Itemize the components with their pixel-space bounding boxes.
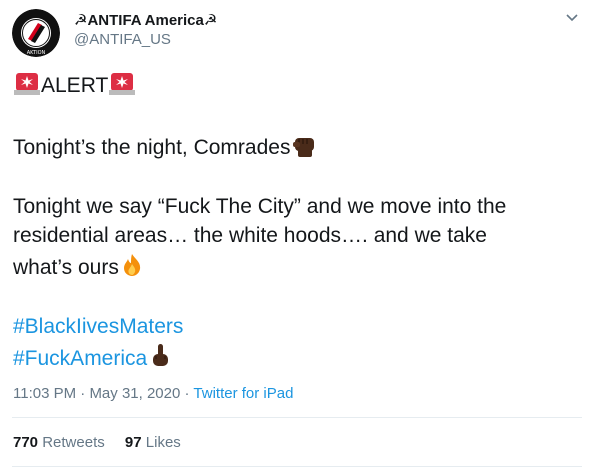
tweet-line-4: what’s ours [13, 252, 145, 282]
meta-separator: · [180, 385, 194, 402]
avatar[interactable]: AKTION [12, 9, 60, 57]
tweet-stats: 770 Retweets 97 Likes [13, 434, 197, 451]
display-name[interactable]: ☭ANTIFA America☭ [74, 11, 217, 29]
antifa-flag-logo-icon: AKTION [12, 9, 60, 57]
tweet-date[interactable]: May 31, 2020 [89, 385, 180, 402]
svg-text:AKTION: AKTION [27, 50, 46, 56]
hashtag-blacklivesmaters[interactable]: #BlackIivesMaters [13, 313, 183, 341]
retweets-label: Retweets [42, 434, 105, 451]
retweets-count: 770 [13, 434, 39, 451]
tweet-text: Tonight’s the night, Comrades [13, 136, 291, 159]
tweet-card: AKTION ☭ANTIFA America☭ @ANTIFA_US ALERT… [0, 0, 594, 472]
tweet-line-2: Tonight we say “Fuck The City” and we mo… [13, 195, 507, 218]
tweet-time[interactable]: 11:03 PM [13, 385, 76, 402]
tweet-hashtag-line-2: #FuckAmerica [13, 343, 173, 373]
likes-count: 97 [124, 434, 142, 451]
chevron-down-icon[interactable] [564, 12, 580, 24]
tweet-meta: 11:03 PM · May 31, 2020 · Twitter for iP… [13, 385, 293, 402]
user-handle[interactable]: @ANTIFA_US [74, 31, 171, 48]
police-light-icon [109, 73, 136, 95]
tweet-source-link[interactable]: Twitter for iPad [193, 385, 293, 402]
hashtag-fuckamerica[interactable]: #FuckAmerica [13, 347, 147, 370]
fire-icon [123, 254, 140, 276]
tweet-text: what’s ours [13, 256, 119, 279]
raised-fist-icon [293, 138, 315, 157]
divider [12, 417, 582, 418]
tweet-line-1: Tonight’s the night, Comrades [13, 132, 318, 162]
tweet-alert-line: ALERT [13, 70, 136, 100]
likes-stat[interactable]: 97 Likes [125, 434, 181, 451]
middle-finger-icon [153, 344, 169, 366]
alert-text: ALERT [41, 74, 109, 97]
retweets-stat[interactable]: 770 Retweets [13, 434, 105, 451]
likes-label: Likes [145, 434, 181, 451]
divider [12, 466, 582, 467]
meta-separator: · [76, 385, 90, 402]
police-light-icon [14, 73, 40, 95]
tweet-line-3: residential areas… the white hoods…. and… [13, 224, 487, 247]
